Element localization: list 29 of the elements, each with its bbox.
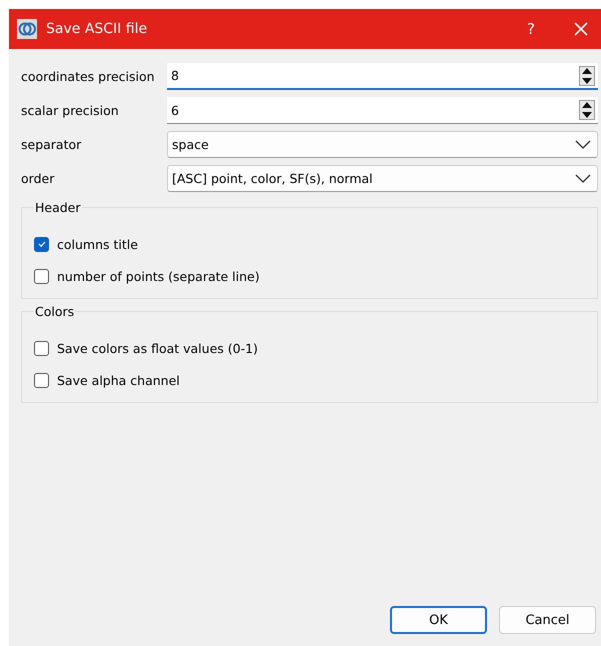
spin-box[interactable]: 6 [167,97,598,124]
chevron-down-icon [575,174,591,184]
dialog-button[interactable]: Cancel [499,606,596,634]
checkbox-label: Save alpha channel [57,372,180,388]
checkbox[interactable] [34,236,49,252]
close-icon[interactable] [573,21,589,37]
field-label: scalar precision [21,103,120,118]
field-label: order [21,171,56,186]
spin-arrows-icon[interactable] [579,100,595,120]
help-button[interactable]: ? [527,20,535,38]
spin-box[interactable]: 8 [167,63,598,90]
group-title: Colors [34,304,76,319]
field-label: coordinates precision [21,69,156,84]
checkbox-label: Save colors as float values (0-1) [57,340,258,356]
field-label: separator [21,137,82,152]
dropdown[interactable]: space [167,131,598,158]
checkbox[interactable] [34,268,49,284]
dropdown[interactable]: [ASC] point, color, SF(s), normal [167,165,598,192]
dialog-button[interactable]: OK [390,606,487,634]
checkbox-label: number of points (separate line) [57,268,260,284]
checkbox[interactable] [34,372,49,388]
spin-arrows-icon[interactable] [579,66,595,86]
checkbox-label: columns title [57,236,138,252]
check-icon [36,239,46,249]
checkbox[interactable] [34,340,49,356]
group-title: Header [34,200,82,215]
window-title: Save ASCII file [46,21,148,37]
app-logo-icon [17,19,37,39]
chevron-down-icon [575,140,591,150]
